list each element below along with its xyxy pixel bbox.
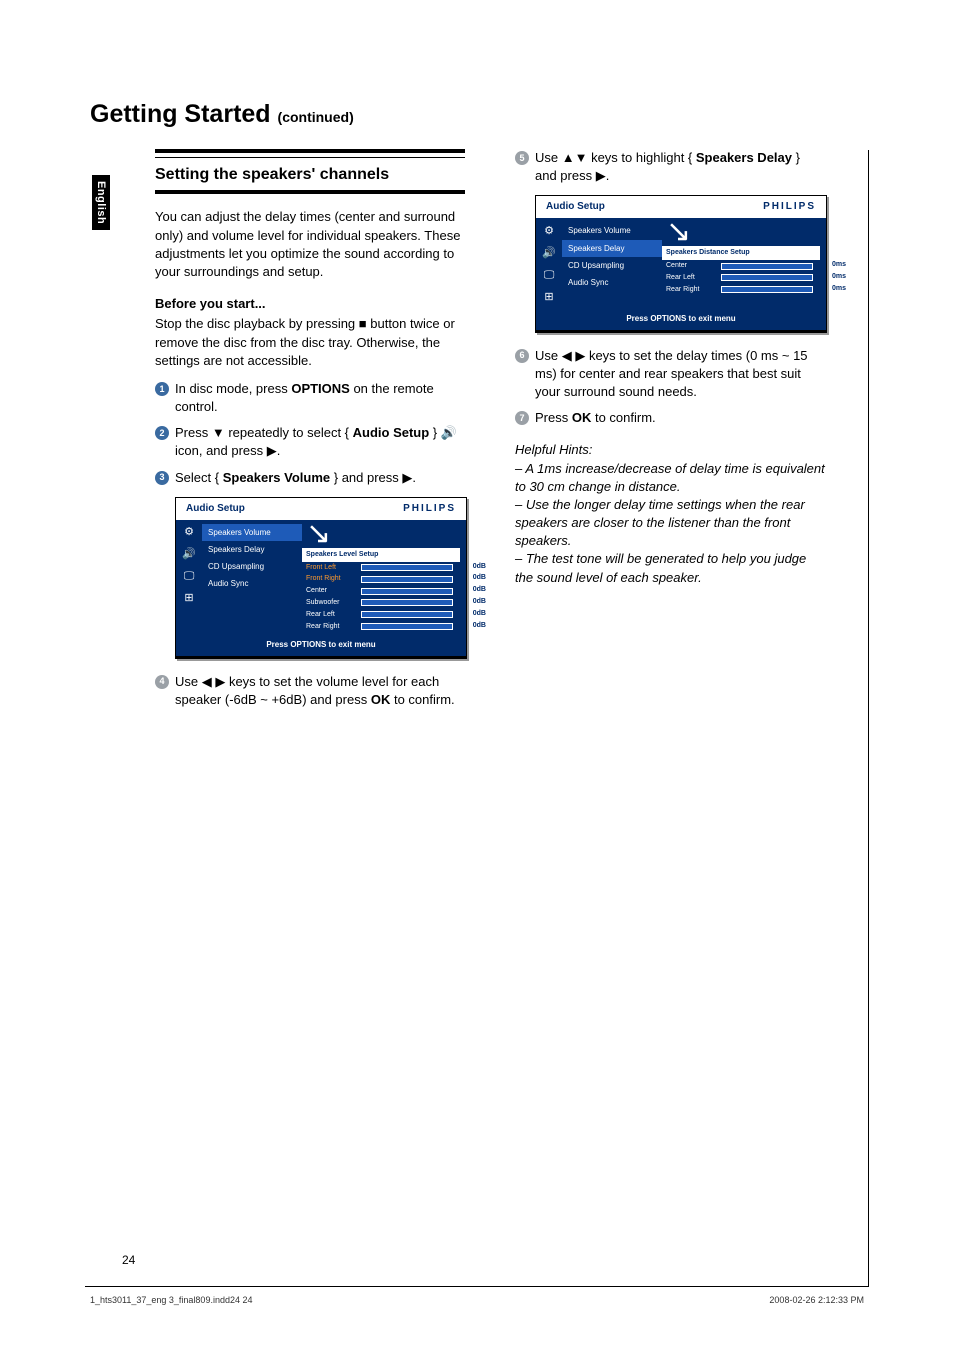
osd-icon-column: ⚙ 🔊 🖵 ⊞ (536, 218, 562, 310)
osd-footer: Press OPTIONS to exit menu (176, 636, 466, 655)
osd-menu-list: Speakers Volume Speakers Delay CD Upsamp… (562, 218, 662, 310)
title-text: Getting Started (90, 100, 271, 128)
osd-brand: PHILIPS (763, 200, 816, 214)
step-5: 5 Use ▲▼ keys to highlight { Speakers De… (515, 149, 825, 185)
step-6: 6 Use ◀ ▶ keys to set the delay times (0… (515, 347, 825, 402)
monitor-icon: 🖵 (542, 268, 556, 282)
before-paragraph: Stop the disc playback by pressing ■ but… (155, 315, 465, 370)
osd-audio-setup-volume: Audio Setup PHILIPS ⚙ 🔊 🖵 ⊞ Speakers Vol… (175, 497, 467, 659)
step-2: 2 Press ▼ repeatedly to select { Audio S… (155, 424, 465, 460)
osd-row: Subwoofer0dB (302, 597, 460, 609)
grid-icon: ⊞ (182, 592, 196, 606)
osd-row: Rear Right0ms (662, 284, 820, 296)
step-text: Press OK to confirm. (535, 409, 825, 427)
osd-menu-item: Speakers Delay (202, 541, 302, 558)
step-number-2: 2 (155, 426, 169, 440)
osd-title: Audio Setup (186, 502, 245, 516)
step-text: Use ◀ ▶ keys to set the delay times (0 m… (535, 347, 825, 402)
hint-line: – Use the longer delay time settings whe… (515, 496, 825, 551)
section-heading: Setting the speakers' channels (155, 149, 465, 194)
osd-row: Center0ms (662, 260, 820, 272)
osd-row: Front Right0dB (302, 573, 460, 585)
osd-row: Rear Left0ms (662, 272, 820, 284)
osd-right-panel: ↘ Speakers Level Setup Front Left0dBFron… (302, 520, 466, 637)
step-number-5: 5 (515, 151, 529, 165)
intro-paragraph: You can adjust the delay times (center a… (155, 208, 465, 281)
step-text: Use ▲▼ keys to highlight { Speakers Dela… (535, 149, 825, 185)
step-1: 1 In disc mode, press OPTIONS on the rem… (155, 380, 465, 416)
monitor-icon: 🖵 (182, 570, 196, 584)
osd-menu-item: Speakers Delay (562, 240, 662, 257)
step-7: 7 Press OK to confirm. (515, 409, 825, 427)
osd-title: Audio Setup (546, 200, 605, 214)
osd-row: Rear Left0dB (302, 609, 460, 621)
arrow-icon: ↘ (666, 222, 820, 242)
speaker-icon: 🔊 (182, 548, 196, 562)
step-4: 4 Use ◀ ▶ keys to set the volume level f… (155, 673, 465, 709)
osd-menu-list: Speakers Volume Speakers Delay CD Upsamp… (202, 520, 302, 637)
step-number-3: 3 (155, 471, 169, 485)
osd-row: Rear Right0dB (302, 621, 460, 633)
osd-footer: Press OPTIONS to exit menu (536, 310, 826, 329)
step-text: Select { Speakers Volume } and press ▶. (175, 469, 465, 487)
step-number-1: 1 (155, 382, 169, 396)
step-number-4: 4 (155, 675, 169, 689)
step-text: Press ▼ repeatedly to select { Audio Set… (175, 424, 465, 460)
left-column: Setting the speakers' channels You can a… (155, 149, 465, 717)
osd-audio-setup-delay: Audio Setup PHILIPS ⚙ 🔊 🖵 ⊞ Speakers Vol… (535, 195, 827, 332)
crop-mark (85, 1286, 869, 1287)
osd-menu-item: Audio Sync (562, 274, 662, 291)
title-continued: (continued) (278, 109, 354, 125)
step-text: Use ◀ ▶ keys to set the volume level for… (175, 673, 465, 709)
hint-line: – The test tone will be generated to hel… (515, 550, 825, 586)
osd-icon-column: ⚙ 🔊 🖵 ⊞ (176, 520, 202, 637)
step-text: In disc mode, press OPTIONS on the remot… (175, 380, 465, 416)
osd-menu-item: Speakers Volume (202, 524, 302, 541)
gear-icon: ⚙ (542, 224, 556, 238)
page-number: 24 (122, 1253, 135, 1267)
right-column: 5 Use ▲▼ keys to highlight { Speakers De… (515, 149, 825, 717)
osd-right-panel: ↘ Speakers Distance Setup Center0msRear … (662, 218, 826, 310)
language-tab: English (92, 175, 110, 230)
osd-rows: Center0msRear Left0msRear Right0ms (662, 260, 820, 295)
osd-subhead: Speakers Distance Setup (662, 246, 820, 260)
step-3: 3 Select { Speakers Volume } and press ▶… (155, 469, 465, 487)
crop-mark (868, 150, 869, 1287)
osd-menu-item: CD Upsampling (202, 558, 302, 575)
footer-timestamp: 2008-02-26 2:12:33 PM (769, 1295, 864, 1305)
osd-row: Center0dB (302, 585, 460, 597)
gear-icon: ⚙ (182, 526, 196, 540)
hints-heading: Helpful Hints: (515, 441, 825, 459)
osd-row: Front Left0dB (302, 562, 460, 574)
osd-brand: PHILIPS (403, 502, 456, 516)
before-heading: Before you start... (155, 295, 465, 313)
section-heading-text: Setting the speakers' channels (155, 157, 465, 186)
hints-block: Helpful Hints: – A 1ms increase/decrease… (515, 441, 825, 587)
hint-line: – A 1ms increase/decrease of delay time … (515, 460, 825, 496)
osd-rows: Front Left0dBFront Right0dBCenter0dBSubw… (302, 562, 460, 633)
speaker-icon: 🔊 (542, 246, 556, 260)
osd-menu-item: CD Upsampling (562, 257, 662, 274)
page-title: Getting Started (continued) (90, 100, 874, 129)
grid-icon: ⊞ (542, 290, 556, 304)
osd-menu-item: Speakers Volume (562, 222, 662, 239)
step-number-6: 6 (515, 349, 529, 363)
footer-filename: 1_hts3011_37_eng 3_final809.indd24 24 (90, 1295, 252, 1305)
osd-menu-item: Audio Sync (202, 575, 302, 592)
arrow-icon: ↘ (306, 524, 460, 544)
osd-subhead: Speakers Level Setup (302, 548, 460, 562)
step-number-7: 7 (515, 411, 529, 425)
